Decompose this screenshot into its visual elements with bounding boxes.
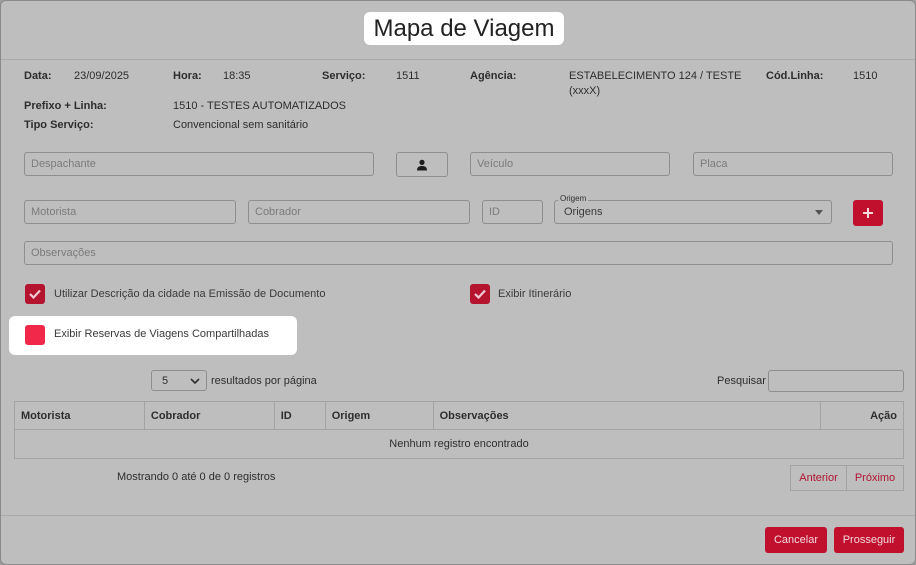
page-size-select[interactable]: 5	[151, 370, 207, 391]
agencia-label: Agência:	[470, 70, 517, 82]
utilizar-descricao-label: Utilizar Descrição da cidade na Emissão …	[54, 288, 326, 300]
codlinha-value: 1510	[853, 70, 878, 82]
page-size-suffix: resultados por página	[211, 375, 317, 387]
cancel-button[interactable]: Cancelar	[765, 527, 827, 553]
plus-icon	[863, 208, 873, 218]
next-page-button[interactable]: Próximo	[846, 465, 904, 491]
prev-page-button[interactable]: Anterior	[790, 465, 847, 491]
hora-label: Hora:	[173, 70, 202, 82]
prefixo-value: 1510 - TESTES AUTOMATIZADOS	[173, 100, 346, 112]
person-icon	[417, 159, 427, 170]
exibir-itinerario-checkbox[interactable]	[470, 284, 490, 304]
observacoes-input[interactable]	[24, 241, 893, 265]
search-label: Pesquisar	[717, 375, 766, 387]
add-button[interactable]	[853, 200, 883, 226]
chevron-down-icon	[190, 377, 200, 384]
data-value: 23/09/2025	[74, 70, 130, 82]
caret-down-icon	[815, 209, 823, 215]
footer-divider	[1, 515, 915, 516]
column-cobrador[interactable]: Cobrador	[143, 401, 275, 430]
trip-map-modal: Mapa de Viagem Data: 23/09/2025 Hora: 18…	[0, 0, 916, 565]
servico-label: Serviço:	[322, 70, 366, 82]
origem-select[interactable]: Origens	[554, 200, 832, 224]
cobrador-input[interactable]	[248, 200, 470, 224]
agencia-value-line1: ESTABELECIMENTO 124 / TESTE	[569, 70, 742, 82]
codlinha-label: Cód.Linha:	[766, 70, 824, 82]
column-origem[interactable]: Origem	[324, 401, 434, 430]
page-size-value: 5	[162, 374, 169, 387]
motorista-input[interactable]	[24, 200, 236, 224]
servico-value: 1511	[396, 70, 420, 82]
placa-input[interactable]	[693, 152, 893, 176]
veiculo-input[interactable]	[470, 152, 670, 176]
table-header-row: Motorista Cobrador ID Origem Observações…	[14, 401, 904, 430]
id-input[interactable]	[482, 200, 543, 224]
hora-value: 18:35	[223, 70, 251, 82]
table-info: Mostrando 0 até 0 de 0 registros	[117, 471, 276, 483]
column-id[interactable]: ID	[273, 401, 326, 430]
exibir-reservas-highlight: Exibir Reservas de Viagens Compartilhada…	[9, 316, 297, 355]
despachante-input[interactable]	[24, 152, 374, 176]
empty-message: Nenhum registro encontrado	[14, 429, 904, 459]
tipo-servico-value: Convencional sem sanitário	[173, 119, 309, 131]
column-observacoes[interactable]: Observações	[432, 401, 822, 430]
modal-title: Mapa de Viagem	[364, 12, 564, 45]
records-table: Motorista Cobrador ID Origem Observações…	[14, 401, 904, 459]
exibir-reservas-label: Exibir Reservas de Viagens Compartilhada…	[54, 328, 270, 340]
prefixo-label: Prefixo + Linha:	[24, 100, 107, 112]
tipo-servico-label: Tipo Serviço:	[24, 119, 94, 131]
exibir-reservas-checkbox[interactable]	[25, 325, 45, 345]
header-divider	[1, 59, 915, 60]
proceed-button[interactable]: Prosseguir	[834, 527, 904, 553]
column-motorista[interactable]: Motorista	[14, 401, 145, 430]
exibir-itinerario-label: Exibir Itinerário	[498, 288, 572, 300]
agencia-value-line2: (xxxX)	[569, 85, 601, 97]
table-row: Nenhum registro encontrado	[14, 429, 904, 459]
data-label: Data:	[24, 70, 52, 82]
search-input[interactable]	[768, 370, 904, 392]
origem-selected: Origens	[564, 206, 603, 218]
column-acao: Ação	[820, 401, 904, 430]
check-icon	[474, 289, 486, 299]
select-despachante-button[interactable]	[396, 152, 448, 177]
origem-label: Origem	[558, 194, 589, 203]
check-icon	[29, 289, 41, 299]
utilizar-descricao-checkbox[interactable]	[25, 284, 45, 304]
